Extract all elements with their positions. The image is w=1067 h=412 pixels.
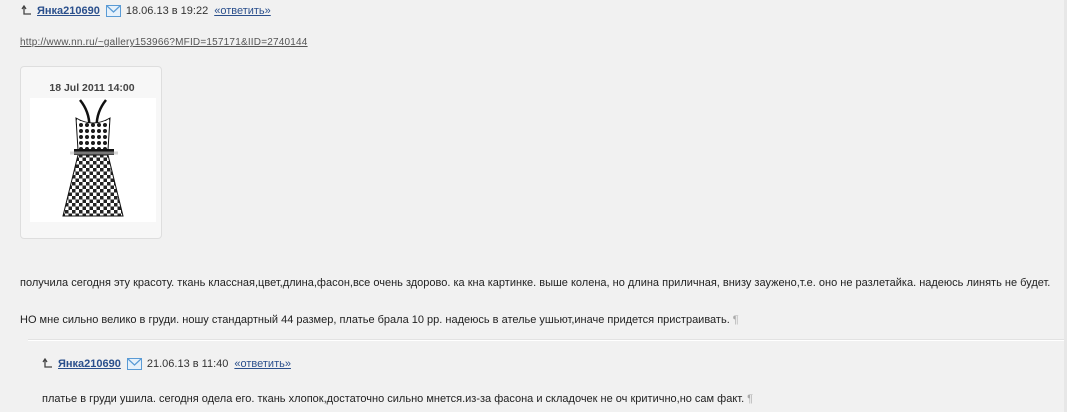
post-paragraph-2-text: НО мне сильно велико в груди. ношу станд… [20,314,730,326]
gallery-url-link[interactable]: http://www.nn.ru/~gallery153966?MFID=157… [20,37,308,48]
pilcrow-icon: ¶ [732,314,739,326]
reply-date: 21.06.13 в 11:40 [146,358,229,370]
reply-link[interactable]: «ответить» [214,5,271,17]
post-paragraph-1: получила сегодня эту красоту. ткань клас… [20,277,1050,289]
photo-date: 18 Jul 2011 14:00 [49,82,135,94]
reply-reply-link[interactable]: «ответить» [234,358,291,370]
post-date: 18.06.13 в 19:22 [125,5,209,17]
reply-paragraph-text: платье в груди ушила. сегодня одела его.… [42,393,745,405]
dress-image [62,99,124,217]
photo-card: 18 Jul 2011 14:00 [20,66,162,239]
mail-icon[interactable] [105,5,121,17]
reply-author-link[interactable]: Янка210690 [58,358,121,370]
reply-header: Янка210690 21.06.13 в 11:40 «ответить» [42,357,291,371]
dress-photo[interactable] [30,98,156,222]
reply-divider [28,339,1067,341]
author-link[interactable]: Янка210690 [37,5,100,17]
thread-arrow-icon [21,5,31,15]
mail-icon[interactable] [126,358,142,370]
pilcrow-icon: ¶ [747,393,754,405]
reply-paragraph: платье в груди ушила. сегодня одела его.… [42,393,753,405]
post-paragraph-2: НО мне сильно велико в груди. ношу станд… [20,314,739,326]
thread-arrow-icon [42,358,52,368]
post-paragraph-1-text: получила сегодня эту красоту. ткань клас… [20,277,1051,289]
post-header: Янка210690 18.06.13 в 19:22 «ответить» [21,4,271,18]
